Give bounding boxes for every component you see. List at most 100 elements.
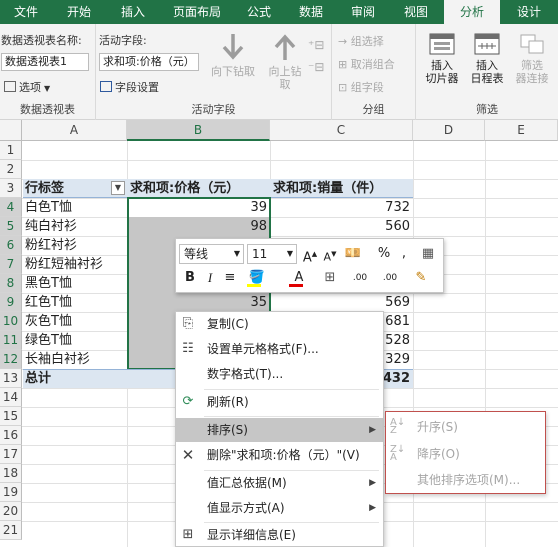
price-cell[interactable]: 39 (128, 198, 270, 217)
column-header-d[interactable]: D (413, 120, 485, 141)
column-header-b[interactable]: B (127, 120, 270, 141)
qty-cell[interactable]: 560 (271, 217, 413, 236)
row-header[interactable]: 16 (0, 426, 22, 445)
borders-icon[interactable]: ⊞ (321, 268, 339, 288)
filter-dropdown-icon[interactable]: ▼ (111, 181, 125, 195)
menu-item-sort[interactable]: 排序(S) ▶ (176, 418, 383, 442)
tab-file[interactable]: 文件 (0, 0, 52, 24)
collapse-field-icon[interactable]: ⁻⊟ (308, 60, 324, 74)
font-color-button[interactable]: A (286, 268, 312, 288)
row-header[interactable]: 20 (0, 502, 22, 521)
row-label-cell[interactable]: 灰色T恤 (25, 312, 127, 331)
insert-timeline-button[interactable]: 插入 日程表 (465, 32, 509, 85)
row-header[interactable]: 4 (0, 198, 22, 217)
active-field-input[interactable]: 求和项:价格（元） (99, 53, 199, 71)
menu-item-remove-field[interactable]: ✕ 删除"求和项:价格（元）"(V) (176, 443, 383, 467)
font-name-box[interactable]: 等线 ▼ (179, 244, 244, 264)
fill-color-button[interactable]: 🪣 (244, 268, 270, 288)
tab-review[interactable]: 审阅 (338, 0, 388, 24)
field-settings-button[interactable]: 字段设置 (100, 79, 159, 95)
row-header[interactable]: 9 (0, 293, 22, 312)
row-header[interactable]: 15 (0, 407, 22, 426)
menu-item-summarize-by[interactable]: 值汇总依据(M) ▶ (176, 471, 383, 495)
row-label-cell[interactable]: 长袖白衬衫 (25, 350, 127, 369)
row-header[interactable]: 8 (0, 274, 22, 293)
row-header[interactable]: 6 (0, 236, 22, 255)
percent-style-button[interactable]: % (375, 244, 393, 264)
menu-item-show-values-as[interactable]: 值显示方式(A) ▶ (176, 496, 383, 520)
group-active-field: 活动字段: 求和项:价格（元） 字段设置 向下钻取 向上钻 取 ⁺⊟ ⁻⊟ 活动… (96, 24, 332, 120)
menu-item-copy[interactable]: ⎘ 复制(C) (176, 312, 383, 336)
row-header[interactable]: 13 (0, 369, 22, 388)
row-label-cell[interactable]: 白色T恤 (25, 198, 127, 217)
drill-up-button[interactable]: 向上钻 取 (264, 32, 306, 91)
tab-home[interactable]: 开始 (52, 0, 106, 24)
bold-button[interactable]: B (181, 268, 199, 288)
row-header[interactable]: 21 (0, 521, 22, 540)
comma-style-button[interactable]: , (395, 244, 413, 264)
group-selection-button[interactable]: → 组选择 (338, 33, 384, 49)
format-table-icon[interactable]: ▦ (419, 244, 437, 264)
shrink-font-button[interactable]: A▼ (321, 244, 339, 268)
drill-up-label-1: 向上钻 (268, 65, 302, 78)
submenu-item-sort-ascending[interactable]: A↓ Z 升序(S) (386, 415, 544, 439)
column-header-a[interactable]: A (22, 120, 127, 141)
font-size-box[interactable]: 11 ▼ (247, 244, 297, 264)
row-header[interactable]: 5 (0, 217, 22, 236)
row-label-cell[interactable]: 红色T恤 (25, 293, 127, 312)
expand-field-icon[interactable]: ⁺⊟ (308, 38, 324, 52)
insert-slicer-button[interactable]: 插入 切片器 (420, 32, 464, 85)
pivot-name-input[interactable]: 数据透视表1 (1, 53, 89, 71)
tab-formulas[interactable]: 公式 (234, 0, 284, 24)
row-header[interactable]: 12 (0, 350, 22, 369)
column-header-c[interactable]: C (270, 120, 413, 141)
price-cell[interactable]: 35 (128, 293, 270, 312)
tab-data[interactable]: 数据 (284, 0, 338, 24)
group-field-icon: ⊡ (338, 81, 348, 94)
pivot-total-label[interactable]: 总计 (25, 369, 125, 388)
menu-item-refresh[interactable]: ⟳ 刷新(R) (176, 390, 383, 414)
column-header-e[interactable]: E (485, 120, 558, 141)
accounting-format-button[interactable]: 💴 (343, 244, 363, 264)
row-header[interactable]: 3 (0, 179, 22, 198)
italic-button[interactable]: I (201, 268, 219, 288)
format-painter-icon[interactable]: ✎ (412, 268, 430, 288)
increase-decimal-button[interactable]: .00 (346, 268, 374, 288)
ungroup-button[interactable]: ⊞ 取消组合 (338, 56, 395, 72)
row-header[interactable]: 17 (0, 445, 22, 464)
row-header[interactable]: 18 (0, 464, 22, 483)
tab-view[interactable]: 视图 (388, 0, 444, 24)
row-label-cell[interactable]: 粉红短袖衬衫 (25, 255, 127, 274)
decrease-decimal-button[interactable]: .00 (376, 268, 404, 288)
group-field-button[interactable]: ⊡ 组字段 (338, 79, 384, 95)
row-header[interactable]: 7 (0, 255, 22, 274)
row-header[interactable]: 2 (0, 160, 22, 179)
row-label-cell[interactable]: 纯白衬衫 (25, 217, 127, 236)
row-header[interactable]: 11 (0, 331, 22, 350)
tab-insert[interactable]: 插入 (106, 0, 160, 24)
menu-item-number-format[interactable]: 数字格式(T)... (176, 362, 383, 386)
submenu-item-sort-descending[interactable]: Z↓ A 降序(O) (386, 442, 544, 466)
tab-design[interactable]: 设计 (500, 0, 558, 24)
filter-connections-button[interactable]: 筛选 器连接 (510, 32, 554, 85)
qty-cell[interactable]: 569 (271, 293, 413, 312)
options-button[interactable]: 选项 ▼ (4, 79, 50, 95)
menu-item-format-cells[interactable]: ☷ 设置单元格格式(F)... (176, 337, 383, 361)
row-header[interactable]: 19 (0, 483, 22, 502)
menu-item-show-details[interactable]: ⊞ 显示详细信息(E) (176, 523, 383, 547)
qty-cell[interactable]: 732 (271, 198, 413, 217)
row-header[interactable]: 1 (0, 141, 22, 160)
row-header[interactable]: 10 (0, 312, 22, 331)
row-label-cell[interactable]: 粉红衬衫 (25, 236, 127, 255)
grow-font-button[interactable]: A▲ (301, 244, 319, 268)
tab-page-layout[interactable]: 页面布局 (160, 0, 234, 24)
tab-analyze[interactable]: 分析 (444, 0, 500, 24)
row-header[interactable]: 14 (0, 388, 22, 407)
row-label-cell[interactable]: 黑色T恤 (25, 274, 127, 293)
row-label-cell[interactable]: 绿色T恤 (25, 331, 127, 350)
select-all-corner[interactable] (0, 120, 22, 141)
align-center-icon[interactable]: ≡ (221, 268, 239, 288)
submenu-item-more-sort-options[interactable]: 其他排序选项(M)... (386, 468, 544, 492)
drill-down-button[interactable]: 向下钻取 (206, 32, 260, 78)
price-cell[interactable]: 98 (128, 217, 270, 236)
